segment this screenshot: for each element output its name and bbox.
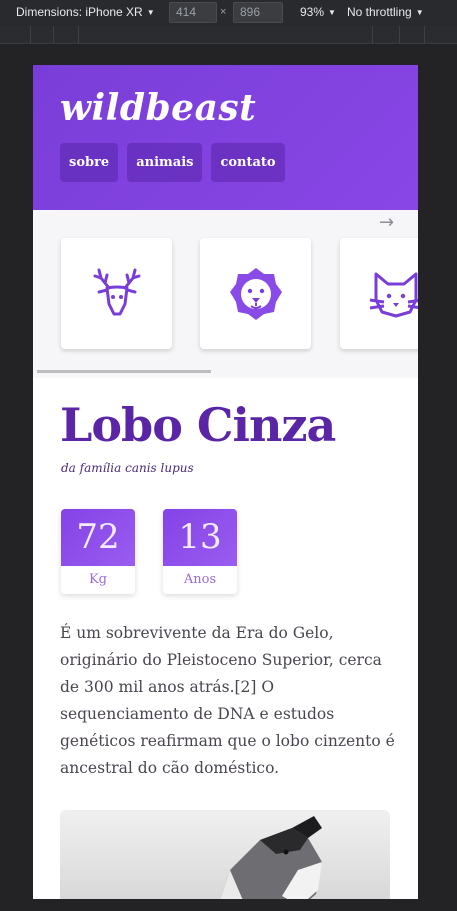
stat-weight: 72 Kg — [61, 509, 135, 594]
caret-down-icon: ▼ — [146, 8, 155, 17]
device-viewport: wildbeast sobre animais contato → Lobo C… — [33, 65, 418, 899]
stat-unit: Kg — [88, 572, 108, 587]
site-logo[interactable]: wildbeast — [60, 87, 256, 129]
animal-title: Lobo Cinza — [60, 398, 336, 452]
device-dimensions-dropdown[interactable]: Dimensions: iPhone XR ▼ — [16, 5, 155, 19]
stat-value: 72 — [61, 509, 135, 566]
device-height-input[interactable]: 896 — [233, 2, 283, 23]
devtools-device-toolbar: Dimensions: iPhone XR ▼ 414 × 896 93% ▼ No… — [0, 0, 457, 26]
stat-age: 13 Anos — [163, 509, 237, 594]
device-width-input[interactable]: 414 — [169, 2, 217, 23]
lion-icon — [229, 267, 282, 320]
caret-down-icon: ▼ — [328, 8, 336, 17]
deer-icon — [93, 268, 140, 315]
animal-carousel[interactable]: → — [33, 210, 418, 378]
nav-sobre[interactable]: sobre — [60, 143, 119, 182]
animal-description: É um sobrevivente da Era do Gelo, origin… — [60, 624, 395, 777]
times-separator: × — [220, 6, 227, 18]
animal-card-deer[interactable] — [61, 238, 172, 349]
site-header: wildbeast sobre animais contato — [33, 65, 418, 210]
main-nav: sobre animais contato — [60, 143, 285, 182]
wolf-photo — [60, 810, 390, 899]
cat-icon — [369, 272, 418, 317]
nav-contato[interactable]: contato — [211, 143, 285, 182]
carousel-scrollbar[interactable] — [37, 370, 211, 373]
animal-card-lion[interactable] — [200, 238, 311, 349]
arrow-right-icon[interactable]: → — [379, 212, 394, 233]
zoom-dropdown[interactable]: 93% ▼ — [300, 5, 336, 19]
stat-value: 13 — [163, 509, 237, 566]
stat-unit: Anos — [183, 572, 217, 587]
animal-family: da família canis lupus — [61, 461, 194, 475]
animal-card-cat[interactable] — [340, 238, 418, 349]
nav-animais[interactable]: animais — [127, 143, 203, 182]
caret-down-icon: ▼ — [415, 8, 424, 17]
howling-wolf-photo — [220, 816, 322, 899]
throttling-dropdown[interactable]: No throttling ▼ — [347, 5, 424, 19]
media-query-ruler — [0, 26, 457, 44]
